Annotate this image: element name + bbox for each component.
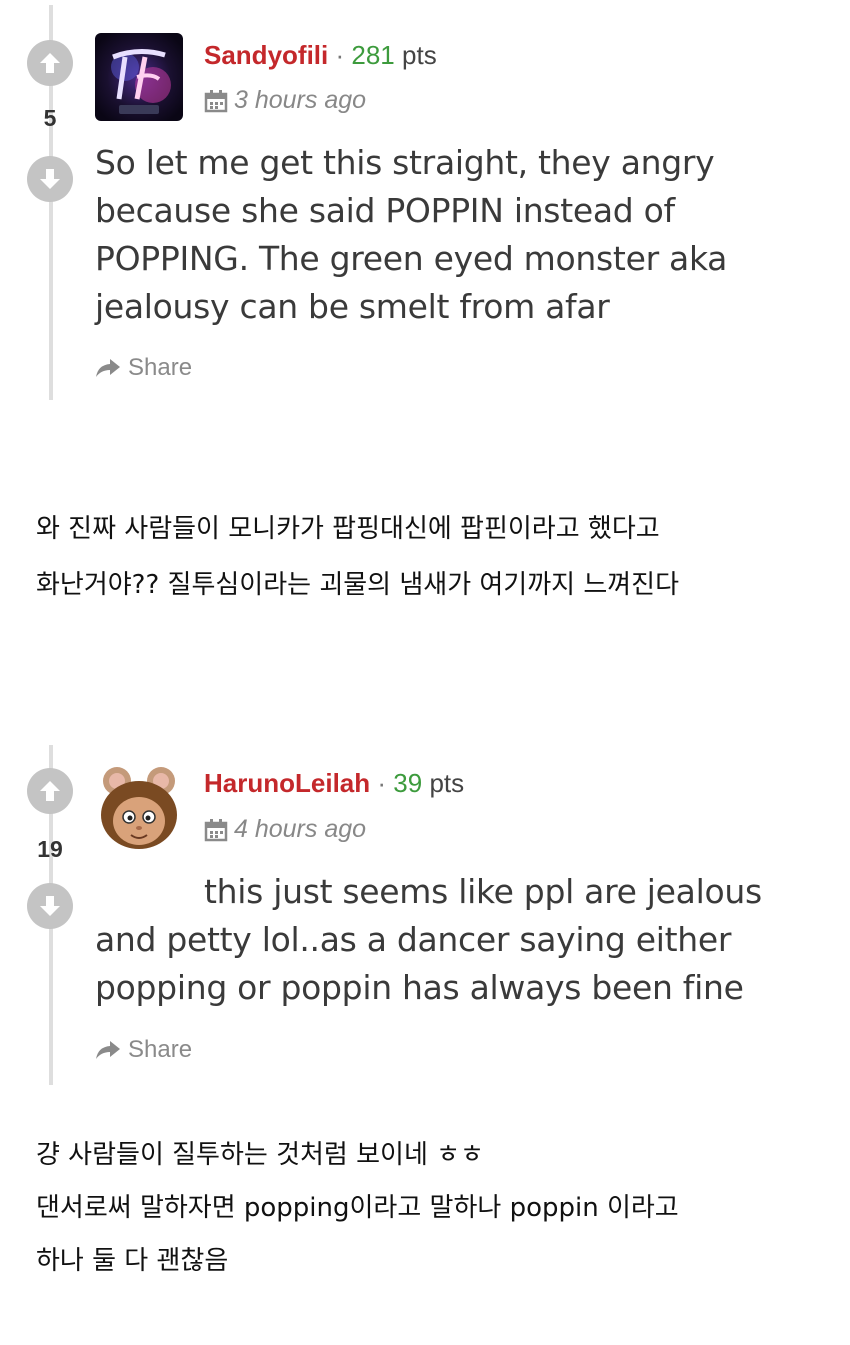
separator: · bbox=[377, 768, 387, 798]
comment-line: because she said POPPIN instead of bbox=[95, 191, 675, 230]
calendar-icon bbox=[204, 89, 228, 112]
share-label: Share bbox=[128, 354, 193, 381]
timestamp: 3 hours ago bbox=[204, 86, 366, 115]
share-button[interactable]: Share bbox=[95, 1036, 192, 1064]
username[interactable]: HarunoLeilah bbox=[204, 768, 370, 798]
comment-text: So let me get this straight, they angry … bbox=[95, 139, 775, 331]
translation-line: 하나 둘 다 괜찮음 bbox=[36, 1246, 229, 1276]
points-count: 281 bbox=[351, 40, 395, 70]
share-button[interactable]: Share bbox=[95, 354, 192, 382]
arrow-up-icon bbox=[40, 53, 60, 73]
translation-line: 와 진짜 사람들이 모니카가 팝핑대신에 팝핀이라고 했다고 bbox=[36, 514, 660, 544]
downvote-button[interactable] bbox=[27, 883, 73, 929]
share-label: Share bbox=[128, 1036, 193, 1063]
comment-line: this just seems like ppl are jealous bbox=[204, 872, 762, 911]
upvote-button[interactable] bbox=[27, 40, 73, 86]
translation-line: 걍 사람들이 질투하는 것처럼 보이네 ㅎㅎ bbox=[36, 1140, 484, 1170]
vote-score: 5 bbox=[43, 105, 57, 131]
twice-logo-icon bbox=[95, 33, 183, 121]
comment-meta: HarunoLeilah · 39 pts bbox=[204, 768, 464, 799]
separator: · bbox=[335, 40, 345, 70]
points-count: 39 bbox=[393, 768, 423, 798]
comment-meta: Sandyofili · 281 pts bbox=[204, 40, 437, 71]
share-arrow-icon bbox=[96, 1041, 120, 1059]
timestamp: 4 hours ago bbox=[204, 815, 366, 844]
avatar[interactable] bbox=[95, 33, 183, 121]
username[interactable]: Sandyofili bbox=[204, 40, 328, 70]
comment-line: POPPING. The green eyed monster aka bbox=[95, 239, 728, 278]
translation-1: 와 진짜 사람들이 모니카가 팝핑대신에 팝핀이라고 했다고 화난거야?? 질투… bbox=[36, 507, 826, 608]
comment-line: popping or poppin has always been fine bbox=[95, 968, 744, 1007]
comment-line: and petty lol..as a dancer saying either bbox=[95, 920, 732, 959]
arrow-up-icon bbox=[40, 781, 60, 801]
upvote-button[interactable] bbox=[27, 768, 73, 814]
points-label: pts bbox=[429, 768, 465, 798]
calendar-icon bbox=[204, 818, 228, 841]
translation-line: 화난거야?? 질투심이라는 괴물의 냄새가 여기까지 느껴진다 bbox=[36, 570, 680, 600]
vote-score: 19 bbox=[37, 836, 63, 862]
comment-line: So let me get this straight, they angry bbox=[95, 143, 715, 182]
arrow-down-icon bbox=[40, 896, 60, 916]
cartoon-mouse-icon bbox=[95, 763, 183, 851]
time-ago: 4 hours ago bbox=[234, 815, 367, 843]
downvote-button[interactable] bbox=[27, 156, 73, 202]
points-label: pts bbox=[402, 40, 437, 70]
comment-text: this just seems like ppl are jealous and… bbox=[95, 868, 775, 1012]
translation-line: 댄서로써 말하자면 popping이라고 말하나 poppin 이라고 bbox=[36, 1193, 679, 1223]
arrow-down-icon bbox=[40, 169, 60, 189]
share-arrow-icon bbox=[96, 359, 120, 377]
comment-line: jealousy can be smelt from afar bbox=[95, 287, 610, 326]
avatar[interactable] bbox=[95, 763, 183, 851]
time-ago: 3 hours ago bbox=[234, 86, 367, 114]
translation-2: 걍 사람들이 질투하는 것처럼 보이네 ㅎㅎ 댄서로써 말하자면 popping… bbox=[36, 1133, 826, 1284]
